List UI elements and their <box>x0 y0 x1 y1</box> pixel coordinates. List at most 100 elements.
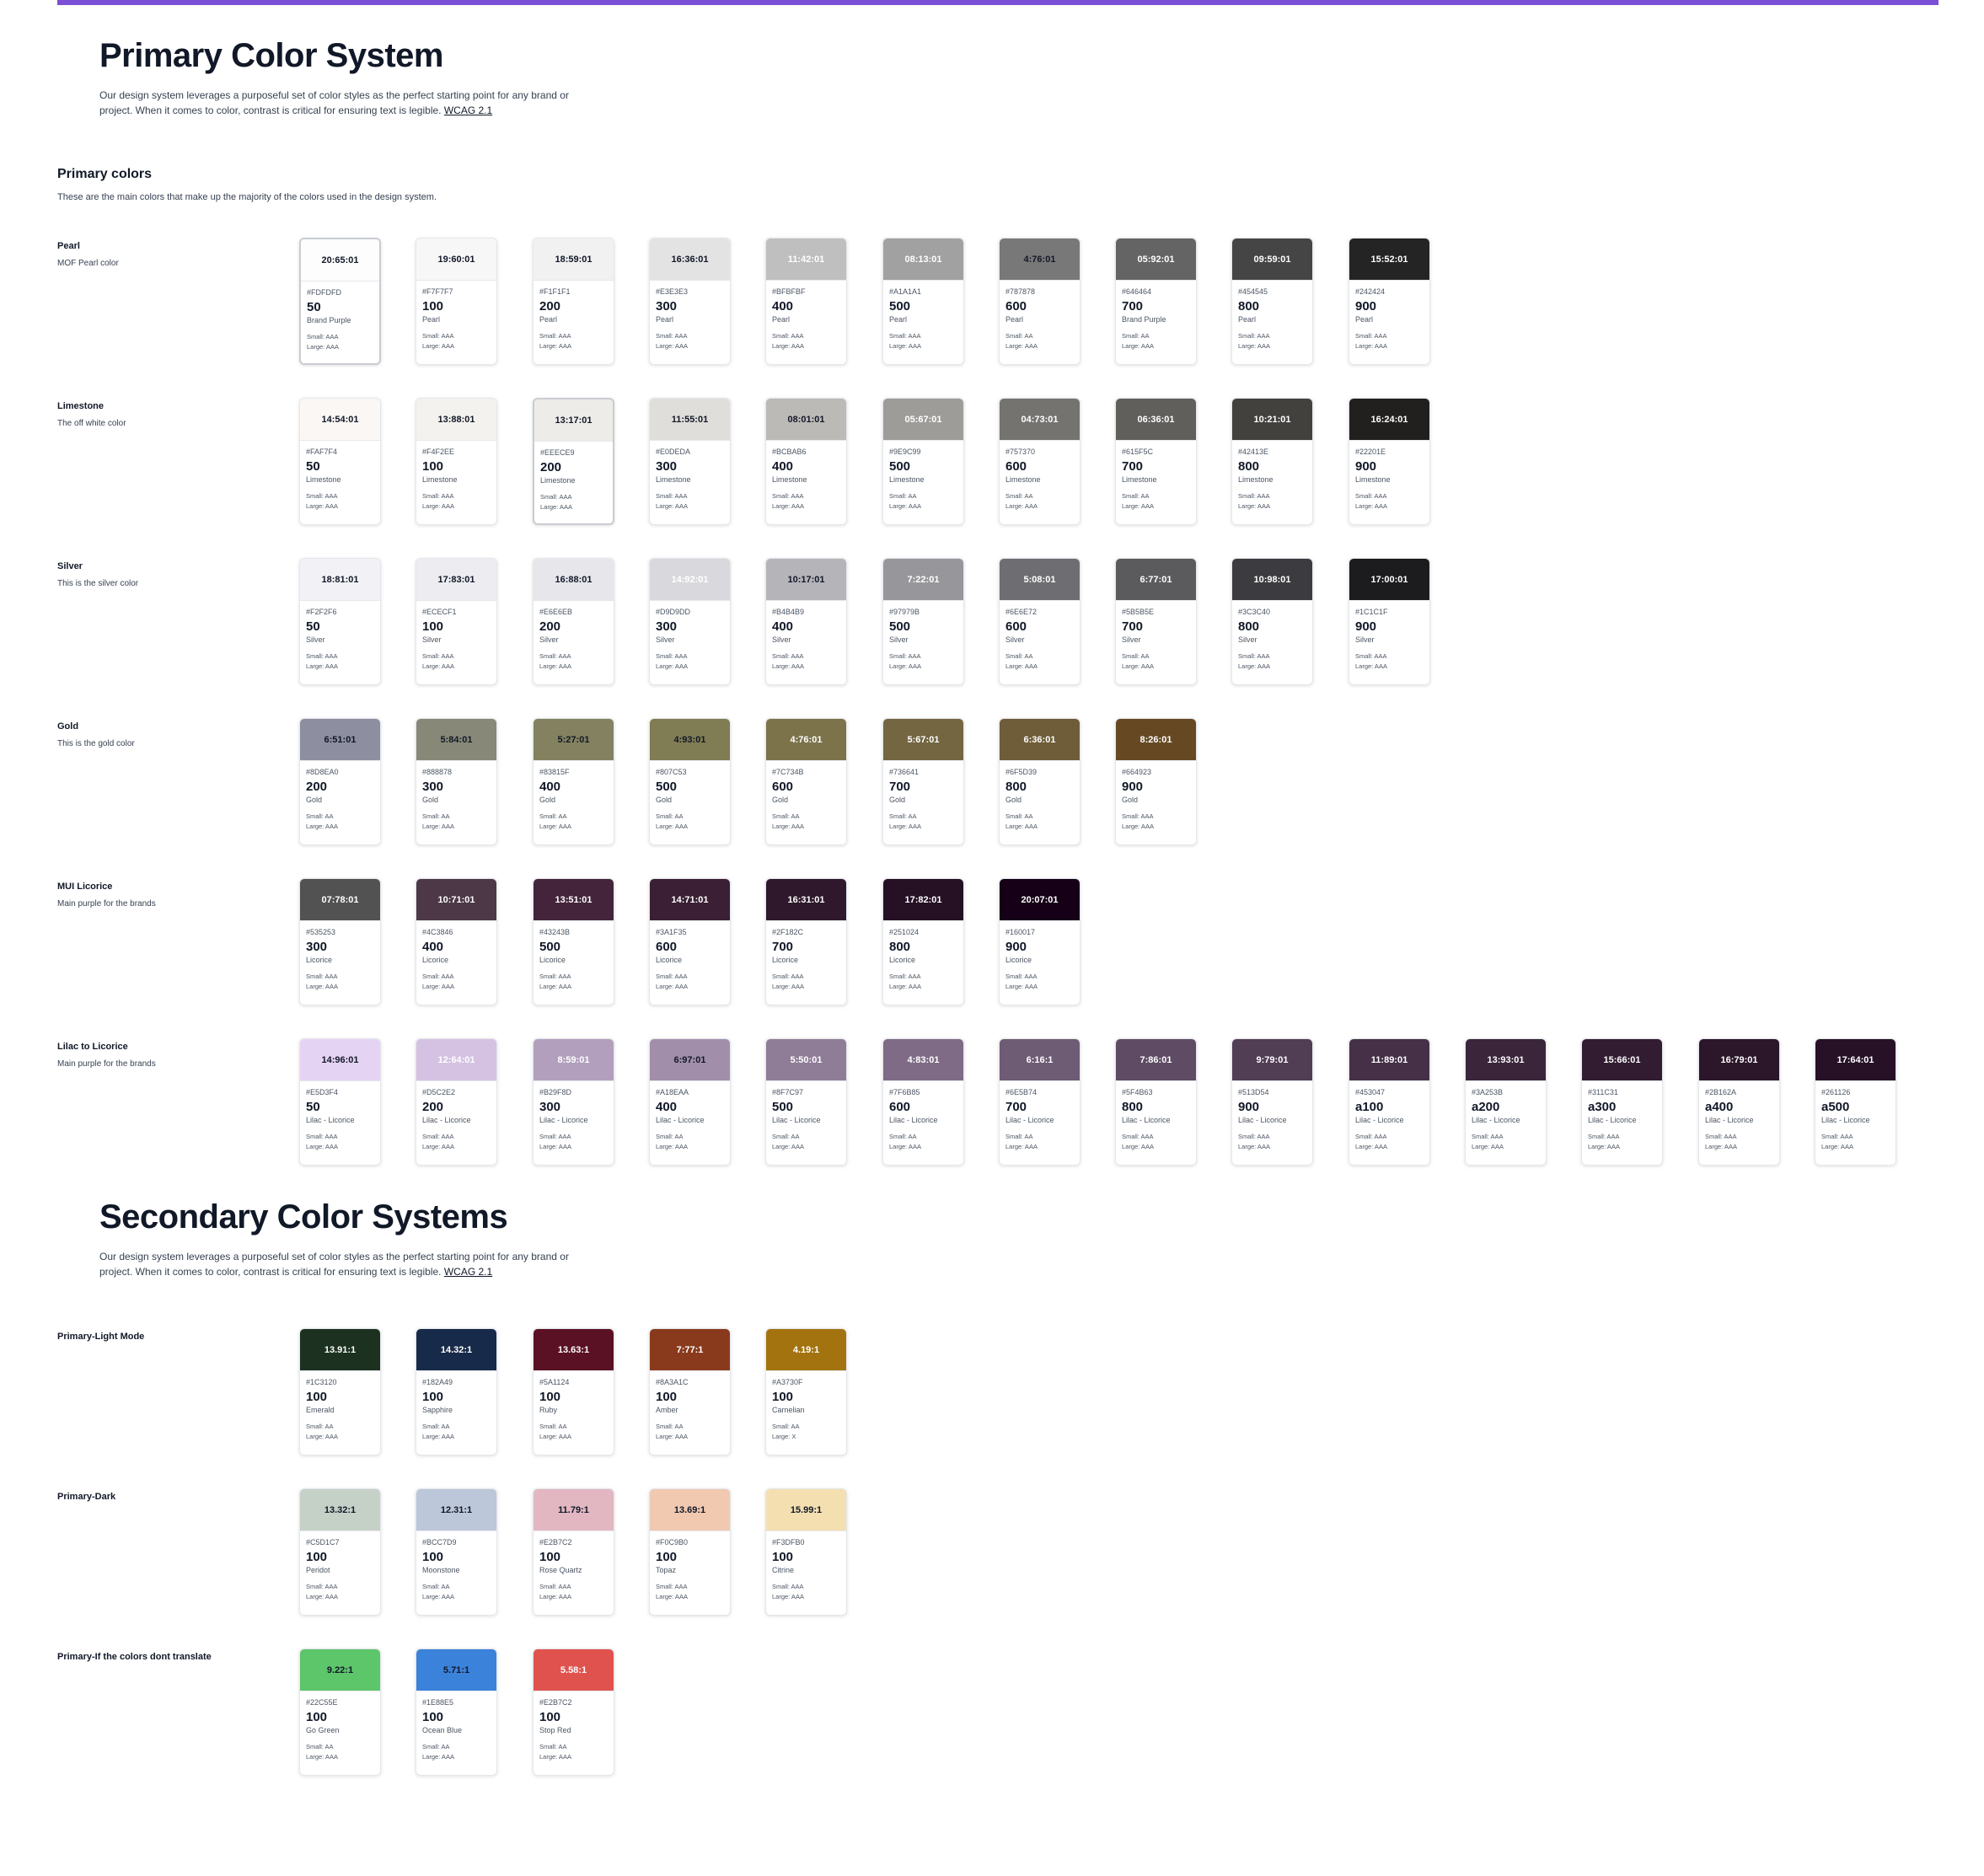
color-card[interactable]: 16:88:01 #E6E6EB 200 Silver Small: AAA Large:… <box>533 558 614 685</box>
color-card[interactable]: 15:66:01 #311C31 a300 Lilac - Licorice Small… <box>1581 1038 1663 1166</box>
color-step: 700 <box>1122 619 1144 634</box>
color-card[interactable]: 13:17:01 #EEECE9 200 Limestone Small: AAA Lar… <box>533 398 614 525</box>
color-card[interactable]: 15.99:1 #F3DFB0 100 Citrine Small: AAA Large:… <box>765 1488 847 1616</box>
color-card[interactable]: 04:73:01 #757370 600 Limestone Small: AA Larg… <box>999 398 1080 525</box>
color-card[interactable]: 17:82:01 #251024 800 Licorice Small: AAA Larg… <box>882 878 964 1005</box>
color-card[interactable]: 6:77:01 #5B5B5E 700 Silver Small: AA Large: A… <box>1115 558 1197 685</box>
color-card[interactable]: 8:26:01 #664923 900 Gold Small: AAA Large: AA… <box>1115 718 1197 845</box>
color-step: 300 <box>422 780 444 794</box>
color-card[interactable]: 16:36:01 #E3E3E3 300 Pearl Small: AAA Large: … <box>649 238 731 365</box>
color-card[interactable]: 7:86:01 #5F4B63 800 Lilac - Licorice Small: … <box>1115 1038 1197 1166</box>
color-card[interactable]: 12.31:1 #BCC7D9 100 Moonstone Small: AA Large… <box>416 1488 497 1616</box>
color-card[interactable]: 07:78:01 #535253 300 Licorice Small: AAA Larg… <box>299 878 381 1005</box>
color-name: Licorice <box>889 956 916 964</box>
color-step: 100 <box>656 1550 678 1564</box>
color-card[interactable]: 13:93:01 #3A253B a200 Lilac - Licorice Small… <box>1465 1038 1547 1166</box>
color-card[interactable]: 5:67:01 #736641 700 Gold Small: AA Large: AAA <box>882 718 964 845</box>
color-swatch: 9:79:01 <box>1232 1039 1312 1081</box>
color-card[interactable]: 06:36:01 #615F5C 700 Limestone Small: AA Larg… <box>1115 398 1197 525</box>
color-card[interactable]: 11.79:1 #E2B7C2 100 Rose Quartz Small: AAA La… <box>533 1488 614 1616</box>
color-name: Licorice <box>656 956 683 964</box>
contrast-large: Large: AAA <box>772 342 804 350</box>
color-swatch: 13:93:01 <box>1466 1039 1546 1081</box>
color-card[interactable]: 13.63:1 #5A1124 100 Ruby Small: AA Large: AAA <box>533 1328 614 1455</box>
color-card[interactable]: 20:07:01 #160017 900 Licorice Small: AAA Larg… <box>999 878 1080 1005</box>
color-card[interactable]: 14:92:01 #D9D9DD 300 Silver Small: AAA Large:… <box>649 558 731 685</box>
contrast-small: Small: AAA <box>1355 1133 1387 1140</box>
color-card[interactable]: 4:76:01 #7C734B 600 Gold Small: AA Large: AAA <box>765 718 847 845</box>
color-card[interactable]: 11:55:01 #E0DEDA 300 Limestone Small: AAA Lar… <box>649 398 731 525</box>
color-card[interactable]: 16:24:01 #22201E 900 Limestone Small: AAA Lar… <box>1349 398 1430 525</box>
color-card[interactable]: 13:88:01 #F4F2EE 100 Limestone Small: AAA Lar… <box>416 398 497 525</box>
color-card[interactable]: 7:77:1 #8A3A1C 100 Amber Small: AA Large: AAA <box>649 1328 731 1455</box>
color-card[interactable]: 6:97:01 #A18EAA 400 Lilac - Licorice Small: … <box>649 1038 731 1166</box>
color-card[interactable]: 11:42:01 #BFBFBF 400 Pearl Small: AAA Large: … <box>765 238 847 365</box>
color-step: 400 <box>772 619 794 634</box>
contrast-small: Small: AAA <box>422 973 454 980</box>
color-swatch: 10:98:01 <box>1232 559 1312 601</box>
color-card[interactable]: 19:60:01 #F7F7F7 100 Pearl Small: AAA Large: … <box>416 238 497 365</box>
color-card[interactable]: 13.32:1 #C5D1C7 100 Peridot Small: AAA Large:… <box>299 1488 381 1616</box>
color-card[interactable]: 6:16:1 #6E5B74 700 Lilac - Licorice Small: A… <box>999 1038 1080 1166</box>
color-card[interactable]: 5:84:01 #888878 300 Gold Small: AA Large: AAA <box>416 718 497 845</box>
color-swatch: 14:71:01 <box>650 879 730 921</box>
color-card[interactable]: 05:92:01 #646464 700 Brand Purple Small: AA L… <box>1115 238 1197 365</box>
color-card[interactable]: 16:31:01 #2F182C 700 Licorice Small: AAA Larg… <box>765 878 847 1005</box>
color-card[interactable]: 12:64:01 #D5C2E2 200 Lilac - Licorice Small:… <box>416 1038 497 1166</box>
color-card[interactable]: 13:51:01 #43243B 500 Licorice Small: AAA Larg… <box>533 878 614 1005</box>
color-card[interactable]: 5:50:01 #8F7C97 500 Lilac - Licorice Small: … <box>765 1038 847 1166</box>
color-card[interactable]: 08:01:01 #BCBAB6 400 Limestone Small: AAA Lar… <box>765 398 847 525</box>
color-card[interactable]: 13.91:1 #1C3120 100 Emerald Small: AA Large: … <box>299 1328 381 1455</box>
contrast-large: Large: AAA <box>889 823 921 830</box>
color-card[interactable]: 4:76:01 #787878 600 Pearl Small: AA Large: AA… <box>999 238 1080 365</box>
wcag-link-secondary[interactable]: WCAG 2.1 <box>444 1266 492 1278</box>
color-card[interactable]: 11:89:01 #453047 a100 Lilac - Licorice Small… <box>1349 1038 1430 1166</box>
color-card[interactable]: 4.19:1 #A3730F 100 Carnelian Small: AA Large:… <box>765 1328 847 1455</box>
color-card[interactable]: 17:00:01 #1C1C1F 900 Silver Small: AAA Large:… <box>1349 558 1430 685</box>
color-card[interactable]: 15:52:01 #242424 900 Pearl Small: AAA Large: … <box>1349 238 1430 365</box>
color-card[interactable]: 13.69:1 #F0C9B0 100 Topaz Small: AAA Large: A… <box>649 1488 731 1616</box>
color-card[interactable]: 10:71:01 #4C3846 400 Licorice Small: AAA Larg… <box>416 878 497 1005</box>
color-card[interactable]: 10:98:01 #3C3C40 800 Silver Small: AAA Large:… <box>1231 558 1313 685</box>
color-card[interactable]: 20:65:01 #FDFDFD 50 Brand Purple Small: AAA L… <box>299 238 381 365</box>
contrast-large: Large: AAA <box>889 1143 921 1150</box>
contrast-small: Small: AA <box>306 1423 334 1430</box>
wcag-link[interactable]: WCAG 2.1 <box>444 105 492 116</box>
color-card[interactable]: 4:93:01 #807C53 500 Gold Small: AA Large: AAA <box>649 718 731 845</box>
color-name: Amber <box>656 1406 678 1414</box>
color-card[interactable]: 8:59:01 #B29F8D 300 Lilac - Licorice Small: … <box>533 1038 614 1166</box>
color-card[interactable]: 18:59:01 #F1F1F1 200 Pearl Small: AAA Large: … <box>533 238 614 365</box>
color-card[interactable]: 6:36:01 #6F5D39 800 Gold Small: AA Large: AAA <box>999 718 1080 845</box>
color-swatch: 13.32:1 <box>300 1489 380 1531</box>
color-card[interactable]: 9.22:1 #22C55E 100 Go Green Small: AA Large: … <box>299 1648 381 1776</box>
color-name: Moonstone <box>422 1566 460 1574</box>
color-card[interactable]: 08:13:01 #A1A1A1 500 Pearl Small: AAA Large: … <box>882 238 964 365</box>
color-card[interactable]: 9:79:01 #513D54 900 Lilac - Licorice Small: … <box>1231 1038 1313 1166</box>
color-card[interactable]: 14:54:01 #FAF7F4 50 Limestone Small: AAA Larg… <box>299 398 381 525</box>
color-card[interactable]: 14:96:01 #E5D3F4 50 Lilac - Licorice Small: … <box>299 1038 381 1166</box>
palette-row: Lilac to Licorice Main purple for the bra… <box>0 1038 1984 1166</box>
color-card[interactable]: 6:51:01 #8D8EA0 200 Gold Small: AA Large: AAA <box>299 718 381 845</box>
color-card[interactable]: 16:79:01 #2B162A a400 Lilac - Licorice Small… <box>1698 1038 1780 1166</box>
color-card[interactable]: 18:81:01 #F2F2F6 50 Silver Small: AAA Large: … <box>299 558 381 685</box>
color-name: Silver <box>772 635 791 644</box>
color-card[interactable]: 10:21:01 #42413E 800 Limestone Small: AAA Lar… <box>1231 398 1313 525</box>
color-card[interactable]: 09:59:01 #454545 800 Pearl Small: AAA Large: … <box>1231 238 1313 365</box>
color-card[interactable]: 10:17:01 #B4B4B9 400 Silver Small: AAA Large:… <box>765 558 847 685</box>
color-card[interactable]: 7:22:01 #97979B 500 Silver Small: AAA Large: … <box>882 558 964 685</box>
color-card[interactable]: 05:67:01 #9E9C99 500 Limestone Small: AA Larg… <box>882 398 964 525</box>
color-swatch: 04:73:01 <box>1000 399 1080 441</box>
color-card[interactable]: 17:83:01 #ECECF1 100 Silver Small: AAA Large:… <box>416 558 497 685</box>
color-card[interactable]: 17:64:01 #261126 a500 Lilac - Licorice Small… <box>1815 1038 1896 1166</box>
color-hex: #9E9C99 <box>889 448 921 456</box>
contrast-large: Large: AAA <box>1472 1143 1504 1150</box>
color-card[interactable]: 5.58:1 #E2B7C2 100 Stop Red Small: AA Large: … <box>533 1648 614 1776</box>
color-card[interactable]: 14.32:1 #182A49 100 Sapphire Small: AA Large:… <box>416 1328 497 1455</box>
color-card[interactable]: 14:71:01 #3A1F35 600 Licorice Small: AAA Larg… <box>649 878 731 1005</box>
color-card[interactable]: 5:27:01 #83815F 400 Gold Small: AA Large: AAA <box>533 718 614 845</box>
color-card[interactable]: 5:08:01 #6E6E72 600 Silver Small: AA Large: A… <box>999 558 1080 685</box>
color-hex: #757370 <box>1005 448 1036 456</box>
color-card[interactable]: 4:83:01 #7F6B85 600 Lilac - Licorice Small: … <box>882 1038 964 1166</box>
color-hex: #261126 <box>1821 1088 1851 1096</box>
color-card[interactable]: 5.71:1 #1E88E5 100 Ocean Blue Small: AA Large… <box>416 1648 497 1776</box>
